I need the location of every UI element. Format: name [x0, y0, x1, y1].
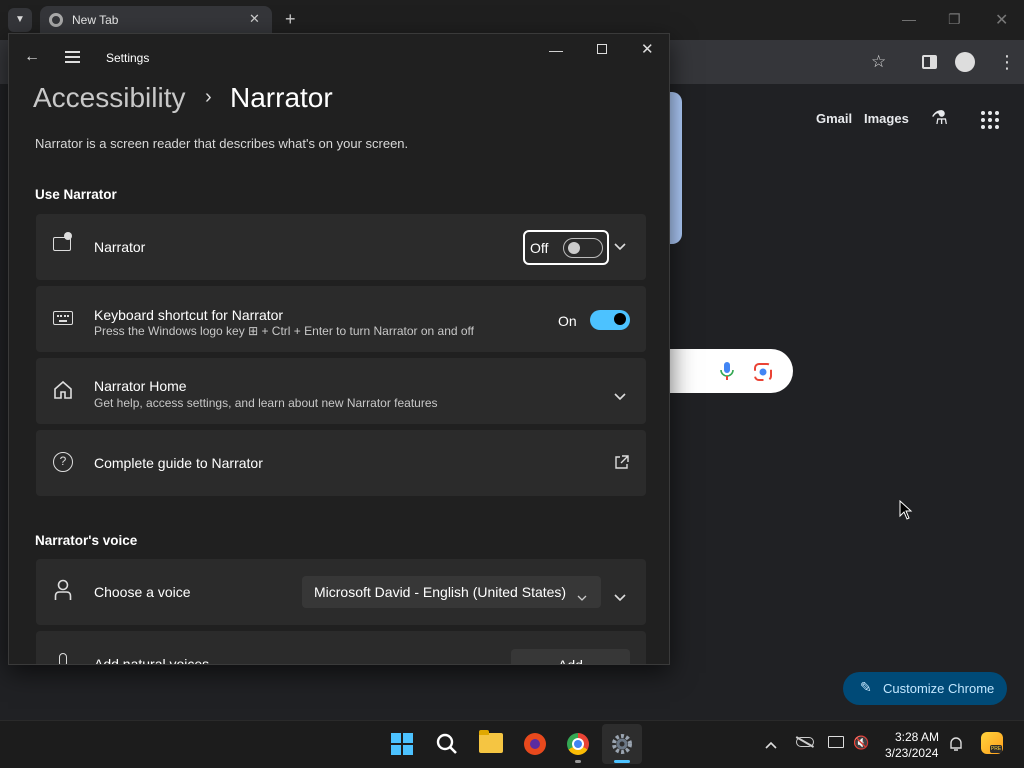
breadcrumb-parent[interactable]: Accessibility [33, 82, 185, 114]
hamburger-menu-icon[interactable] [65, 51, 80, 63]
dropdown-chevron-icon [577, 589, 587, 607]
keyboard-shortcut-label: Keyboard shortcut for Narrator [94, 307, 284, 323]
add-voice-button[interactable]: Add [511, 649, 630, 665]
section-heading-voice: Narrator's voice [35, 533, 138, 548]
tab-title: New Tab [72, 13, 119, 27]
keyboard-shortcut-sub: Press the Windows logo key ⊞ + Ctrl + En… [94, 324, 475, 338]
show-hidden-icons-chevron-icon[interactable] [765, 736, 777, 754]
settings-window: ← Settings — ✕ Accessibility › Narrator … [8, 33, 670, 665]
minimize-icon[interactable]: — [549, 42, 563, 58]
natural-voices-label: Add natural voices [94, 656, 210, 665]
firefox-icon[interactable] [524, 733, 546, 755]
page-title: Narrator [230, 82, 333, 113]
window-title: Settings [106, 51, 150, 65]
settings-active-indicator [614, 760, 630, 763]
network-icon[interactable] [828, 736, 844, 748]
section-heading-use: Use Narrator [35, 187, 117, 202]
narrator-home-card[interactable]: Narrator Home Get help, access settings,… [36, 358, 646, 424]
chrome-icon[interactable] [567, 733, 589, 755]
copilot-icon[interactable]: PRE [981, 732, 1003, 754]
keyboard-shortcut-card: Keyboard shortcut for Narrator Press the… [36, 286, 646, 352]
narrator-toggle[interactable] [563, 238, 603, 258]
settings-gear-icon [611, 733, 633, 760]
voice-search-icon[interactable] [720, 362, 734, 380]
voice-expand-chevron-icon[interactable] [614, 589, 626, 607]
help-circle-icon: ? [53, 452, 73, 472]
pencil-icon: ✎ [860, 679, 872, 695]
keyboard-state-label: On [558, 313, 577, 329]
add-voice-button-label: Add [558, 657, 583, 665]
clock-time[interactable]: 3:28 AM [895, 730, 939, 744]
profile-avatar-icon[interactable] [955, 52, 975, 72]
external-link-icon[interactable] [614, 455, 629, 475]
narrator-state-label: Off [530, 240, 549, 256]
lens-search-icon[interactable] [754, 363, 772, 381]
labs-flask-icon[interactable]: ⚗ [931, 107, 948, 130]
breadcrumb-chevron-icon: › [205, 86, 212, 108]
new-tab-button[interactable]: + [285, 9, 296, 30]
taskbar [0, 720, 1024, 768]
notification-bell-icon[interactable] [949, 736, 963, 757]
tab-search-button[interactable]: ▼ [8, 8, 32, 32]
close-window-icon[interactable]: ✕ [641, 40, 654, 58]
keyboard-shortcut-toggle[interactable] [590, 310, 630, 330]
back-arrow-icon[interactable]: ← [24, 48, 40, 66]
customize-chrome-label: Customize Chrome [883, 681, 995, 696]
choose-voice-card: Choose a voice Microsoft David - English… [36, 559, 646, 625]
chrome-menu-icon[interactable]: ⋮ [998, 50, 1016, 74]
customize-chrome-button[interactable]: ✎ Customize Chrome [843, 672, 1007, 705]
choose-voice-label: Choose a voice [94, 584, 191, 600]
clock-date[interactable]: 3/23/2024 [885, 746, 938, 760]
bookmark-star-icon[interactable]: ☆ [871, 52, 886, 72]
narrator-home-sub: Get help, access settings, and learn abo… [94, 396, 438, 410]
natural-voices-card: Add natural voices Add [36, 631, 646, 665]
volume-muted-icon[interactable]: 🔇 [853, 735, 869, 751]
page-description: Narrator is a screen reader that describ… [35, 136, 409, 151]
narrator-home-label: Narrator Home [94, 378, 187, 394]
chrome-running-indicator [575, 760, 581, 763]
home-expand-chevron-icon[interactable] [614, 388, 626, 406]
voice-dropdown[interactable]: Microsoft David - English (United States… [302, 576, 601, 608]
images-link[interactable]: Images [864, 111, 909, 126]
keyboard-icon [53, 311, 73, 325]
restore-browser-icon[interactable]: ❐ [948, 11, 961, 28]
microphone-icon [59, 653, 67, 664]
narrator-expand-chevron-icon[interactable] [614, 238, 626, 256]
close-browser-icon[interactable]: ✕ [995, 10, 1008, 30]
gmail-link[interactable]: Gmail [816, 111, 852, 126]
guide-card[interactable]: ? Complete guide to Narrator [36, 430, 646, 496]
file-explorer-icon[interactable] [479, 730, 503, 753]
person-icon [54, 579, 72, 606]
maximize-icon[interactable] [597, 44, 607, 54]
narrator-monitor-icon [53, 232, 72, 251]
guide-label: Complete guide to Narrator [94, 455, 263, 471]
close-tab-icon[interactable]: ✕ [249, 11, 260, 27]
onedrive-icon[interactable] [795, 736, 815, 748]
narrator-toggle-focus[interactable]: Off [523, 230, 609, 265]
voice-dropdown-value: Microsoft David - English (United States… [314, 584, 567, 600]
apps-grid-icon[interactable] [980, 110, 1000, 130]
start-icon[interactable] [391, 733, 413, 755]
narrator-card[interactable]: Narrator Off [36, 214, 646, 280]
mouse-cursor-icon [899, 499, 913, 525]
minimize-browser-icon[interactable]: — [902, 11, 916, 27]
home-icon [53, 380, 73, 405]
search-icon[interactable] [436, 733, 458, 760]
narrator-label: Narrator [94, 239, 146, 255]
side-panel-icon[interactable] [922, 55, 937, 69]
chrome-favicon-icon [49, 13, 63, 27]
